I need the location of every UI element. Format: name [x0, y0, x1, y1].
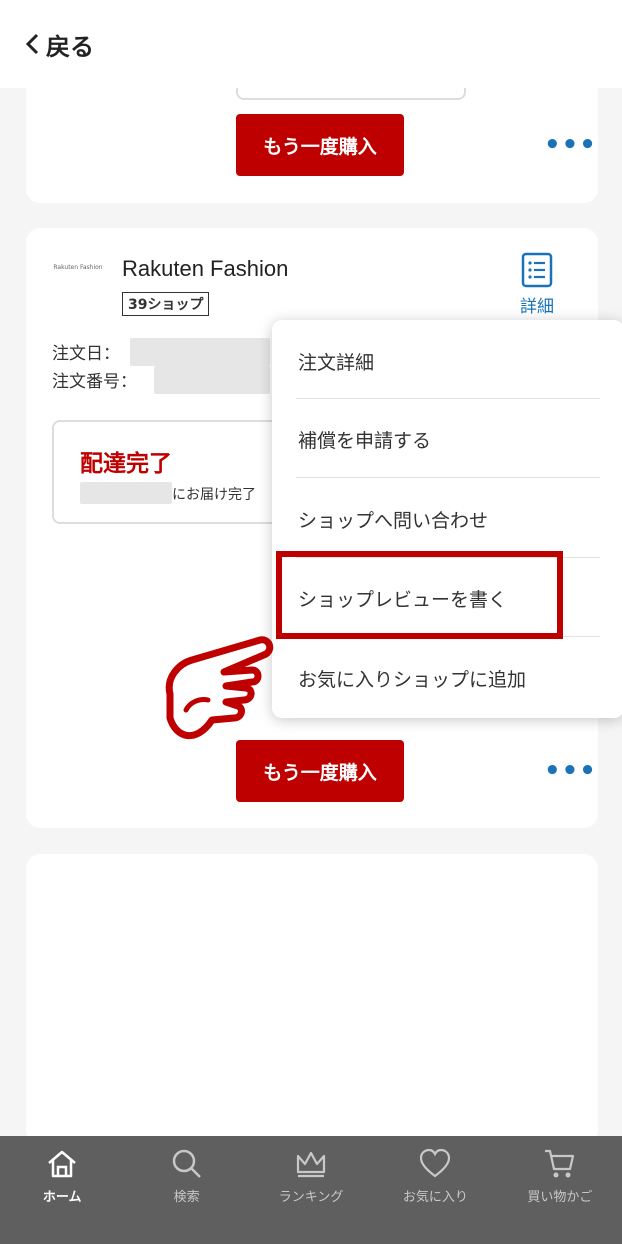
order-meta: 注文日： 注文番号： — [52, 340, 137, 396]
menu-item-contact-shop[interactable]: ショップへ問い合わせ — [298, 506, 488, 533]
menu-item-apply-compensation[interactable]: 補償を申請する — [298, 426, 431, 453]
tab-ranking-label: ランキング — [278, 1190, 344, 1205]
document-icon — [521, 252, 553, 288]
tab-search[interactable]: 検索 — [124, 1136, 248, 1244]
status-title: 配達完了 — [80, 451, 172, 477]
status-subtext: にお届け完了 — [172, 487, 256, 503]
shop-name[interactable]: Rakuten Fashion — [122, 256, 288, 282]
chevron-left-icon — [25, 33, 39, 55]
order-date-label: 注文日： — [52, 344, 120, 364]
back-button[interactable]: 戻る — [24, 27, 94, 62]
detail-label: 詳細 — [520, 297, 554, 317]
crown-icon — [296, 1151, 326, 1178]
highlight-frame — [276, 551, 563, 639]
menu-divider — [296, 477, 600, 478]
rebuy-button[interactable]: もう一度購入 — [236, 114, 404, 176]
redacted-date — [130, 338, 270, 366]
menu-item-order-detail[interactable]: 注文詳細 — [298, 348, 374, 375]
pointing-hand-icon — [165, 636, 274, 740]
home-icon — [48, 1150, 77, 1178]
more-options-button[interactable]: ••• — [544, 756, 597, 786]
menu-item-add-favorite-shop[interactable]: お気に入りショップに追加 — [298, 665, 526, 692]
back-label: 戻る — [46, 32, 94, 61]
shop-logo: Rakuten Fashion — [53, 264, 103, 271]
options-menu: 注文詳細 補償を申請する ショップへ問い合わせ ショップレビューを書く お気に入… — [272, 320, 622, 718]
redacted-delivery-date — [80, 482, 172, 504]
tab-ranking[interactable]: ランキング — [249, 1136, 373, 1244]
shop-badge: 39ショップ — [122, 292, 210, 316]
tab-cart[interactable]: 買い物かご — [498, 1136, 622, 1244]
tab-favorites[interactable]: お気に入り — [373, 1136, 497, 1244]
tab-home-label: ホーム — [42, 1190, 82, 1205]
order-number-label: 注文番号： — [52, 372, 137, 392]
next-order-card — [26, 854, 598, 1144]
top-header: 戻る — [0, 0, 622, 88]
cart-icon — [544, 1149, 574, 1178]
redacted-order-number — [154, 366, 270, 394]
search-icon — [172, 1149, 201, 1178]
tab-home[interactable]: ホーム — [0, 1136, 124, 1244]
tab-search-label: 検索 — [173, 1190, 200, 1205]
heart-icon — [420, 1148, 451, 1178]
more-options-button[interactable]: ••• — [544, 130, 597, 160]
menu-divider — [296, 398, 600, 399]
tab-cart-label: 買い物かご — [527, 1190, 593, 1205]
bottom-tab-bar: ホーム 検索 ランキング お気に入り 買い物かご — [0, 1136, 622, 1244]
detail-link[interactable]: 詳細 — [520, 252, 554, 317]
tab-favorites-label: お気に入り — [402, 1190, 468, 1205]
